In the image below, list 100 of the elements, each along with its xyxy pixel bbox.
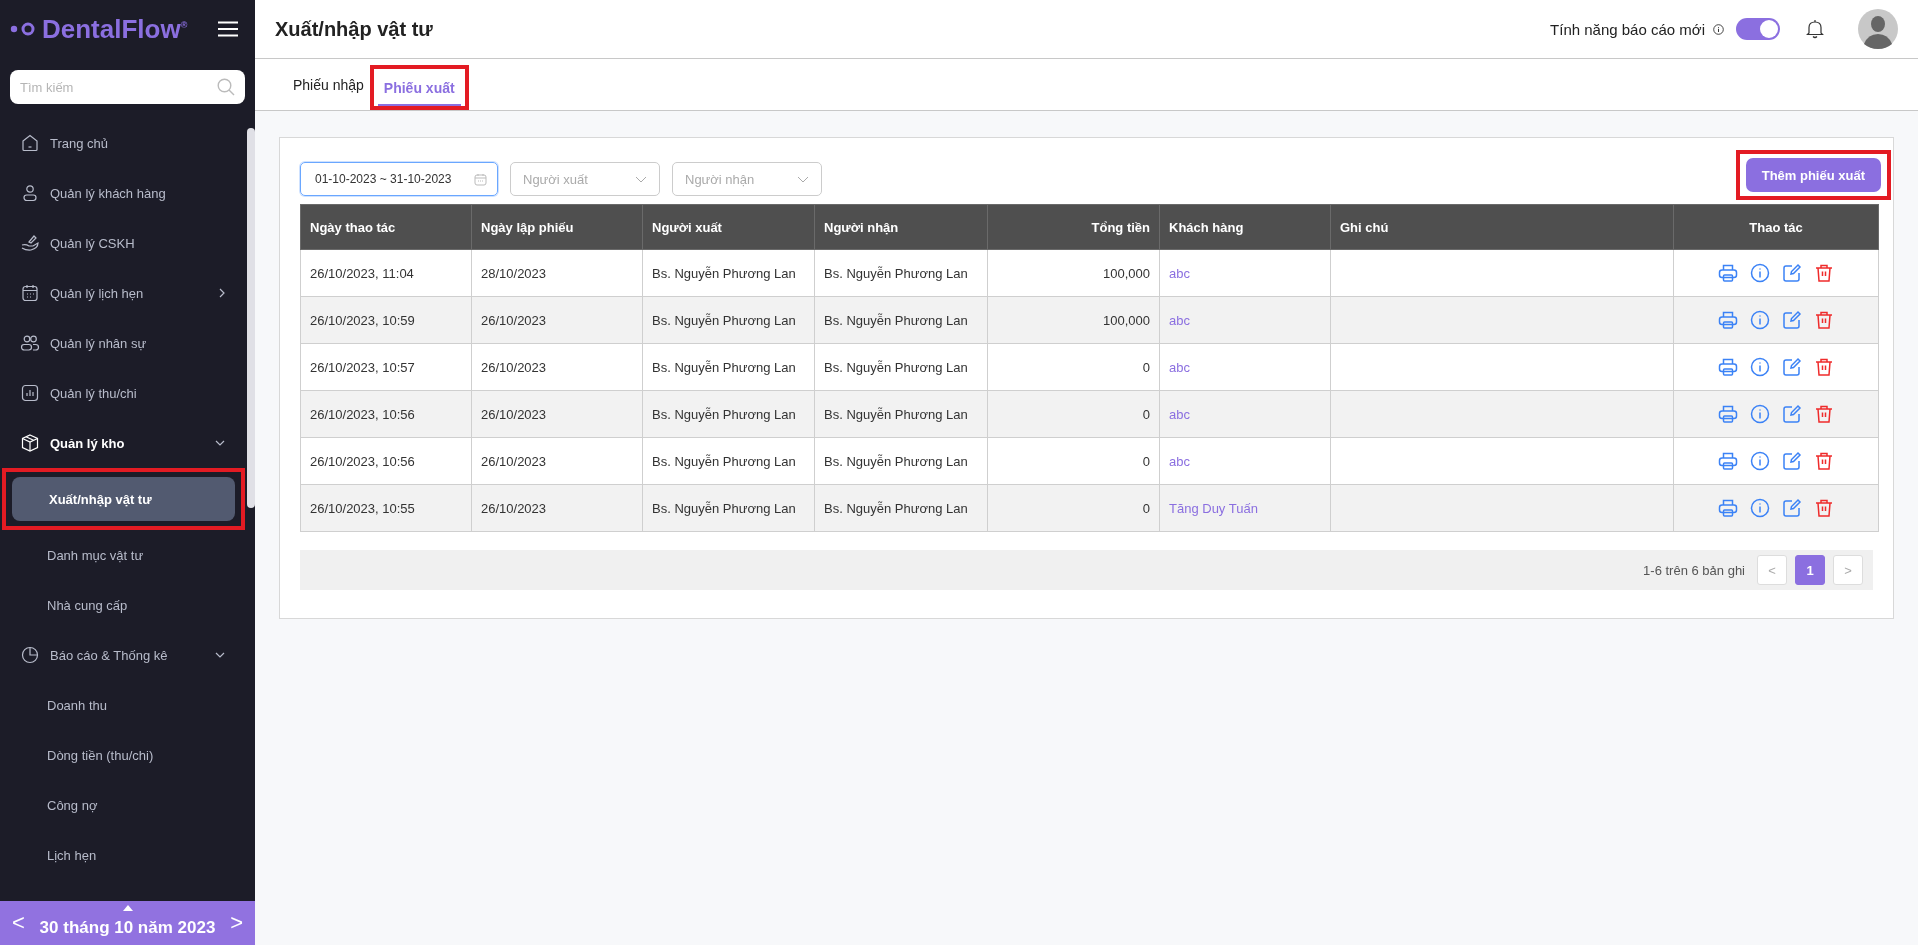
edit-icon[interactable] bbox=[1782, 404, 1802, 424]
column-header: Ghi chú bbox=[1330, 204, 1674, 250]
delete-icon[interactable] bbox=[1814, 263, 1834, 283]
info-icon[interactable] bbox=[1750, 498, 1770, 518]
table-cell: 26/10/2023 bbox=[471, 296, 643, 344]
avatar[interactable] bbox=[1858, 9, 1898, 49]
print-icon[interactable] bbox=[1718, 310, 1738, 330]
info-icon[interactable] bbox=[1750, 263, 1770, 283]
info-icon[interactable] bbox=[1750, 357, 1770, 377]
home-icon bbox=[20, 133, 40, 153]
delete-icon[interactable] bbox=[1814, 357, 1834, 377]
print-icon[interactable] bbox=[1718, 357, 1738, 377]
table-cell: 26/10/2023, 10:59 bbox=[300, 296, 472, 344]
sidebar-item[interactable]: Báo cáo & Thống kê bbox=[0, 630, 245, 680]
customer-link[interactable]: Tăng Duy Tuấn bbox=[1159, 484, 1331, 532]
next-date-button[interactable]: > bbox=[224, 910, 249, 936]
sidebar-item[interactable]: Doanh thu bbox=[0, 680, 245, 730]
sidebar-item[interactable]: Quản lý nhân sự bbox=[0, 318, 245, 368]
bell-icon[interactable] bbox=[1806, 19, 1824, 39]
customer-link[interactable]: abc bbox=[1159, 390, 1331, 438]
table-cell: 100,000 bbox=[987, 249, 1160, 297]
sidebar-item[interactable]: Quản lý khách hàng bbox=[0, 168, 245, 218]
print-icon[interactable] bbox=[1718, 404, 1738, 424]
sidebar-item[interactable]: Danh mục vật tư bbox=[0, 530, 245, 580]
delete-icon[interactable] bbox=[1814, 404, 1834, 424]
sidebar-item[interactable]: Trang chủ bbox=[0, 118, 245, 168]
column-header: Thao tác bbox=[1673, 204, 1879, 250]
edit-icon[interactable] bbox=[1782, 263, 1802, 283]
date-range-field[interactable]: 01-10-2023 ~ 31-10-2023 bbox=[300, 162, 498, 196]
column-header: Người xuất bbox=[642, 204, 815, 250]
print-icon[interactable] bbox=[1718, 263, 1738, 283]
sidebar-item[interactable]: Quản lý CSKH bbox=[0, 218, 245, 268]
customer-link[interactable]: abc bbox=[1159, 296, 1331, 344]
table-cell: 26/10/2023 bbox=[471, 484, 643, 532]
print-icon[interactable] bbox=[1718, 451, 1738, 471]
table-cell: Bs. Nguyễn Phương Lan bbox=[814, 296, 988, 344]
table-cell: 0 bbox=[987, 437, 1160, 485]
info-icon[interactable] bbox=[1750, 404, 1770, 424]
table-cell: 0 bbox=[987, 343, 1160, 391]
edit-icon[interactable] bbox=[1782, 451, 1802, 471]
delete-icon[interactable] bbox=[1814, 498, 1834, 518]
table-cell: 26/10/2023 bbox=[471, 343, 643, 391]
table-cell: Bs. Nguyễn Phương Lan bbox=[814, 343, 988, 391]
sidebar-item[interactable]: Nhà cung cấp bbox=[0, 580, 245, 630]
table-cell: Bs. Nguyễn Phương Lan bbox=[642, 249, 815, 297]
table-cell: 26/10/2023 bbox=[471, 390, 643, 438]
table-cell: Bs. Nguyễn Phương Lan bbox=[642, 484, 815, 532]
table-cell: 100,000 bbox=[987, 296, 1160, 344]
chevron-down-icon bbox=[797, 175, 809, 183]
tab[interactable]: Phiếu nhập bbox=[287, 59, 370, 110]
table-cell: Bs. Nguyễn Phương Lan bbox=[642, 343, 815, 391]
edit-icon[interactable] bbox=[1782, 357, 1802, 377]
calendar-icon bbox=[474, 172, 487, 186]
tab[interactable]: Phiếu xuất bbox=[377, 69, 461, 106]
customer-link[interactable]: abc bbox=[1159, 437, 1331, 485]
table-cell: 28/10/2023 bbox=[471, 249, 643, 297]
add-export-button[interactable]: Thêm phiếu xuất bbox=[1745, 158, 1881, 192]
table-cell: 26/10/2023, 11:04 bbox=[300, 249, 472, 297]
search-field[interactable]: Tìm kiếm bbox=[10, 70, 245, 104]
sidebar-item[interactable]: Quản lý thu/chi bbox=[0, 368, 245, 418]
sidebar-item[interactable]: Quản lý kho bbox=[0, 418, 245, 468]
column-header: Ngày lập phiếu bbox=[471, 204, 643, 250]
table-cell: Bs. Nguyễn Phương Lan bbox=[814, 437, 988, 485]
column-header: Người nhận bbox=[814, 204, 988, 250]
table-cell: 26/10/2023, 10:56 bbox=[300, 390, 472, 438]
feature-toggle[interactable] bbox=[1736, 18, 1780, 40]
info-icon bbox=[1713, 23, 1724, 35]
table-cell: 26/10/2023, 10:55 bbox=[300, 484, 472, 532]
info-icon[interactable] bbox=[1750, 451, 1770, 471]
hand-icon bbox=[20, 233, 40, 253]
scrollbar[interactable] bbox=[247, 128, 255, 508]
chart-icon bbox=[20, 383, 40, 403]
menu-icon[interactable] bbox=[217, 21, 239, 37]
page-button[interactable]: 1 bbox=[1795, 555, 1825, 585]
caret-up-icon[interactable] bbox=[123, 905, 133, 911]
sidebar-item[interactable]: Quản lý lịch hẹn bbox=[0, 268, 245, 318]
edit-icon[interactable] bbox=[1782, 310, 1802, 330]
table-cell: 26/10/2023 bbox=[471, 437, 643, 485]
sidebar-item[interactable]: Công nợ bbox=[0, 780, 245, 830]
logo: DentalFlow$^{®}$ bbox=[42, 13, 189, 45]
sidebar-item[interactable]: Xuất/nhập vật tư bbox=[12, 477, 235, 521]
page-title: Xuất/nhập vật tư bbox=[275, 17, 434, 41]
table-cell: 0 bbox=[987, 390, 1160, 438]
table-cell: Bs. Nguyễn Phương Lan bbox=[642, 296, 815, 344]
sidebar-item[interactable]: Lịch hẹn bbox=[0, 830, 245, 880]
customer-link[interactable]: abc bbox=[1159, 249, 1331, 297]
logo-icon bbox=[10, 22, 36, 36]
box-icon bbox=[20, 433, 40, 453]
column-header: Ngày thao tác bbox=[300, 204, 472, 250]
customer-link[interactable]: abc bbox=[1159, 343, 1331, 391]
sidebar-item[interactable]: Dòng tiền (thu/chi) bbox=[0, 730, 245, 780]
delete-icon[interactable] bbox=[1814, 451, 1834, 471]
previous-date-button[interactable]: < bbox=[6, 910, 31, 936]
print-icon[interactable] bbox=[1718, 498, 1738, 518]
info-icon[interactable] bbox=[1750, 310, 1770, 330]
delete-icon[interactable] bbox=[1814, 310, 1834, 330]
current-date: 30 tháng 10 năm 2023 bbox=[39, 917, 216, 938]
edit-icon[interactable] bbox=[1782, 498, 1802, 518]
chevron-down-icon bbox=[635, 175, 647, 183]
user-icon bbox=[20, 183, 40, 203]
